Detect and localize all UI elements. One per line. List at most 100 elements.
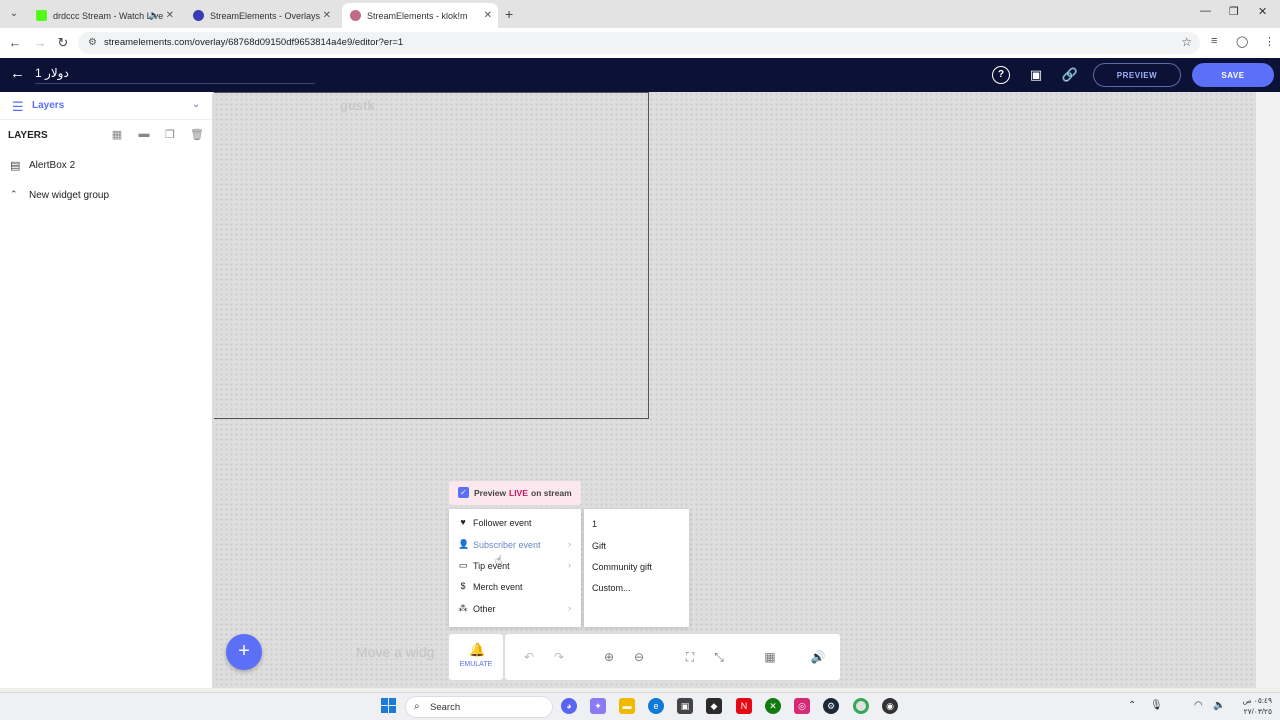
taskbar-search[interactable]: ⌕ Search [405,696,553,718]
chevron-down-icon[interactable]: ⌄ [192,99,200,110]
kick-favicon-icon [36,10,47,21]
delete-icon[interactable]: 🗑 [190,128,204,141]
netflix-icon[interactable]: N [736,698,752,714]
new-tab-icon[interactable]: + [505,6,513,22]
image-layer-icon: ▤ [10,160,21,172]
url-input[interactable]: ⚙ streamelements.com/overlay/68768d09150… [78,32,1200,54]
folder-icon[interactable]: ▬ [137,128,151,140]
reading-list-icon[interactable]: ≡ [1211,35,1217,47]
copilot-icon[interactable]: ✦ [590,698,606,714]
tray-chevron-icon[interactable]: ⌃ [1128,700,1136,711]
bookmark-star-icon[interactable]: ☆ [1181,35,1192,49]
minimize-icon[interactable]: — [1200,5,1211,17]
store-icon[interactable]: ▣ [677,698,693,714]
preview-live-toggle[interactable]: ✓ Preview LIVE on stream [449,481,581,505]
save-button[interactable]: SAVE [1192,63,1274,87]
unity-icon[interactable]: ◆ [706,698,722,714]
restore-icon[interactable]: ❐ [1229,5,1239,18]
menu-item-other[interactable]: ⁂ Other › [449,599,581,620]
help-icon[interactable]: ? [992,66,1010,84]
windows-start-icon[interactable] [381,698,397,714]
add-widget-button[interactable]: + [226,634,262,670]
back-icon[interactable]: ← [7,35,23,50]
duplicate-icon[interactable]: ❐ [163,128,177,141]
undo-icon[interactable]: ↶ [521,649,537,665]
forward-icon[interactable]: → [32,35,48,50]
reload-icon[interactable]: ↻ [55,35,71,51]
menu-item-merch[interactable]: $ Merch event [449,577,581,598]
alertbox-widget-frame[interactable]: gustk [214,92,649,419]
site-info-icon[interactable]: ⚙ [88,37,97,48]
zoom-out-icon[interactable]: ⊖ [631,649,647,665]
menu-item-label: Follower event [473,518,532,528]
volume-icon[interactable]: 🔊 [810,649,826,665]
menu-item-label: Other [473,604,496,614]
menu-item-follower[interactable]: ♥ Follower event [449,513,581,534]
close-tab-icon[interactable]: ✕ [323,10,331,21]
shapes-icon: ⁂ [458,603,468,613]
tab-streamelements-editor[interactable]: StreamElements - klok!m ✕ [342,3,498,28]
chrome-icon[interactable] [853,698,869,714]
submenu-item-single[interactable]: 1 [592,519,597,529]
address-bar-row: ← → ↻ ⚙ streamelements.com/overlay/68768… [0,28,1280,58]
move-widget-hint: Move a widg [356,644,435,660]
instagram-icon[interactable]: ◎ [794,698,810,714]
grid-icon[interactable]: ▦ [762,649,778,665]
menu-item-label: Tip event [473,561,510,571]
submenu-item-gift[interactable]: Gift [592,541,606,551]
layer-item-alertbox[interactable]: ▤ AlertBox 2 [0,155,212,177]
edge-icon[interactable]: e [648,698,664,714]
back-arrow-icon[interactable]: ← [10,65,25,82]
microphone-icon[interactable]: 🎙 [1150,700,1163,711]
menu-item-subscriber[interactable]: 👤 Subscriber event › [449,535,581,556]
obs-icon[interactable]: ◉ [882,698,898,714]
xbox-icon[interactable]: ✕ [765,698,781,714]
speaker-icon[interactable]: 🔈 [149,10,160,21]
emulate-button[interactable]: 🔔 EMULATE [449,634,503,680]
chevron-right-icon: › [568,560,571,570]
layers-title: LAYERS [8,130,48,141]
close-tab-icon[interactable]: ✕ [166,10,174,21]
search-icon: ⌕ [414,701,420,712]
heart-icon: ♥ [460,517,466,527]
exit-fit-icon[interactable]: ⤡ [711,649,727,665]
redo-icon[interactable]: ↷ [551,649,567,665]
close-window-icon[interactable]: ✕ [1258,5,1267,18]
wifi-icon[interactable]: ◠ [1194,700,1203,711]
close-tab-icon[interactable]: ✕ [484,10,492,21]
emulate-label: EMULATE [459,661,493,668]
add-group-icon[interactable]: ▦ [110,128,124,141]
zoom-in-icon[interactable]: ⊕ [601,649,617,665]
subscriber-icon: 👤 [458,539,470,549]
discord-icon[interactable]: ◕ [561,698,577,714]
panel-selector-label: Layers [32,100,65,111]
link-icon[interactable]: 🔗 [1061,66,1079,84]
preview-button[interactable]: PREVIEW [1093,63,1181,87]
canvas-scrollbar[interactable] [1256,92,1280,688]
speaker-tray-icon[interactable]: 🔈 [1213,700,1225,711]
steam-icon[interactable]: ⚙ [823,698,839,714]
menu-item-tip[interactable]: ▭ Tip event › [449,556,581,577]
streamelements-favicon-icon [193,10,204,21]
fit-screen-icon[interactable]: ⛶ [682,649,698,665]
submenu-item-community-gift[interactable]: Community gift [592,562,652,572]
chevron-right-icon: › [568,603,571,613]
submenu-item-custom[interactable]: Custom... [592,583,631,593]
layer-name: New widget group [29,190,110,201]
profile-icon[interactable]: ◯ [1236,35,1248,48]
emulate-event-menu: ♥ Follower event 👤 Subscriber event › ▭ … [449,509,581,627]
checkbox-checked-icon[interactable]: ✓ [458,487,469,498]
taskbar-clock[interactable]: ٠٥:٤٩ ص ٢٧/٠٣/٢٥ [1234,695,1272,717]
layer-item-widget-group[interactable]: ⌃ New widget group [0,185,212,207]
layers-menu-icon: ☰ [12,99,24,114]
tab-search-icon[interactable]: ⌄ [6,6,22,22]
tab-kick-stream[interactable]: drdccc Stream - Watch Live 🔈 ✕ [28,3,180,28]
file-explorer-icon[interactable]: ▬ [619,698,635,714]
tab-streamelements-overlays[interactable]: StreamElements - Overlays ✕ [185,3,337,28]
panel-selector[interactable]: ☰ Layers ⌄ [0,92,212,120]
overlay-name-input[interactable]: دولار 1 [35,66,315,84]
chrome-menu-icon[interactable]: ⋮ [1264,35,1275,48]
screen-settings-icon[interactable]: ▣ [1027,66,1045,84]
chevron-up-icon[interactable]: ⌃ [10,189,18,200]
menu-item-label: Merch event [473,582,523,592]
